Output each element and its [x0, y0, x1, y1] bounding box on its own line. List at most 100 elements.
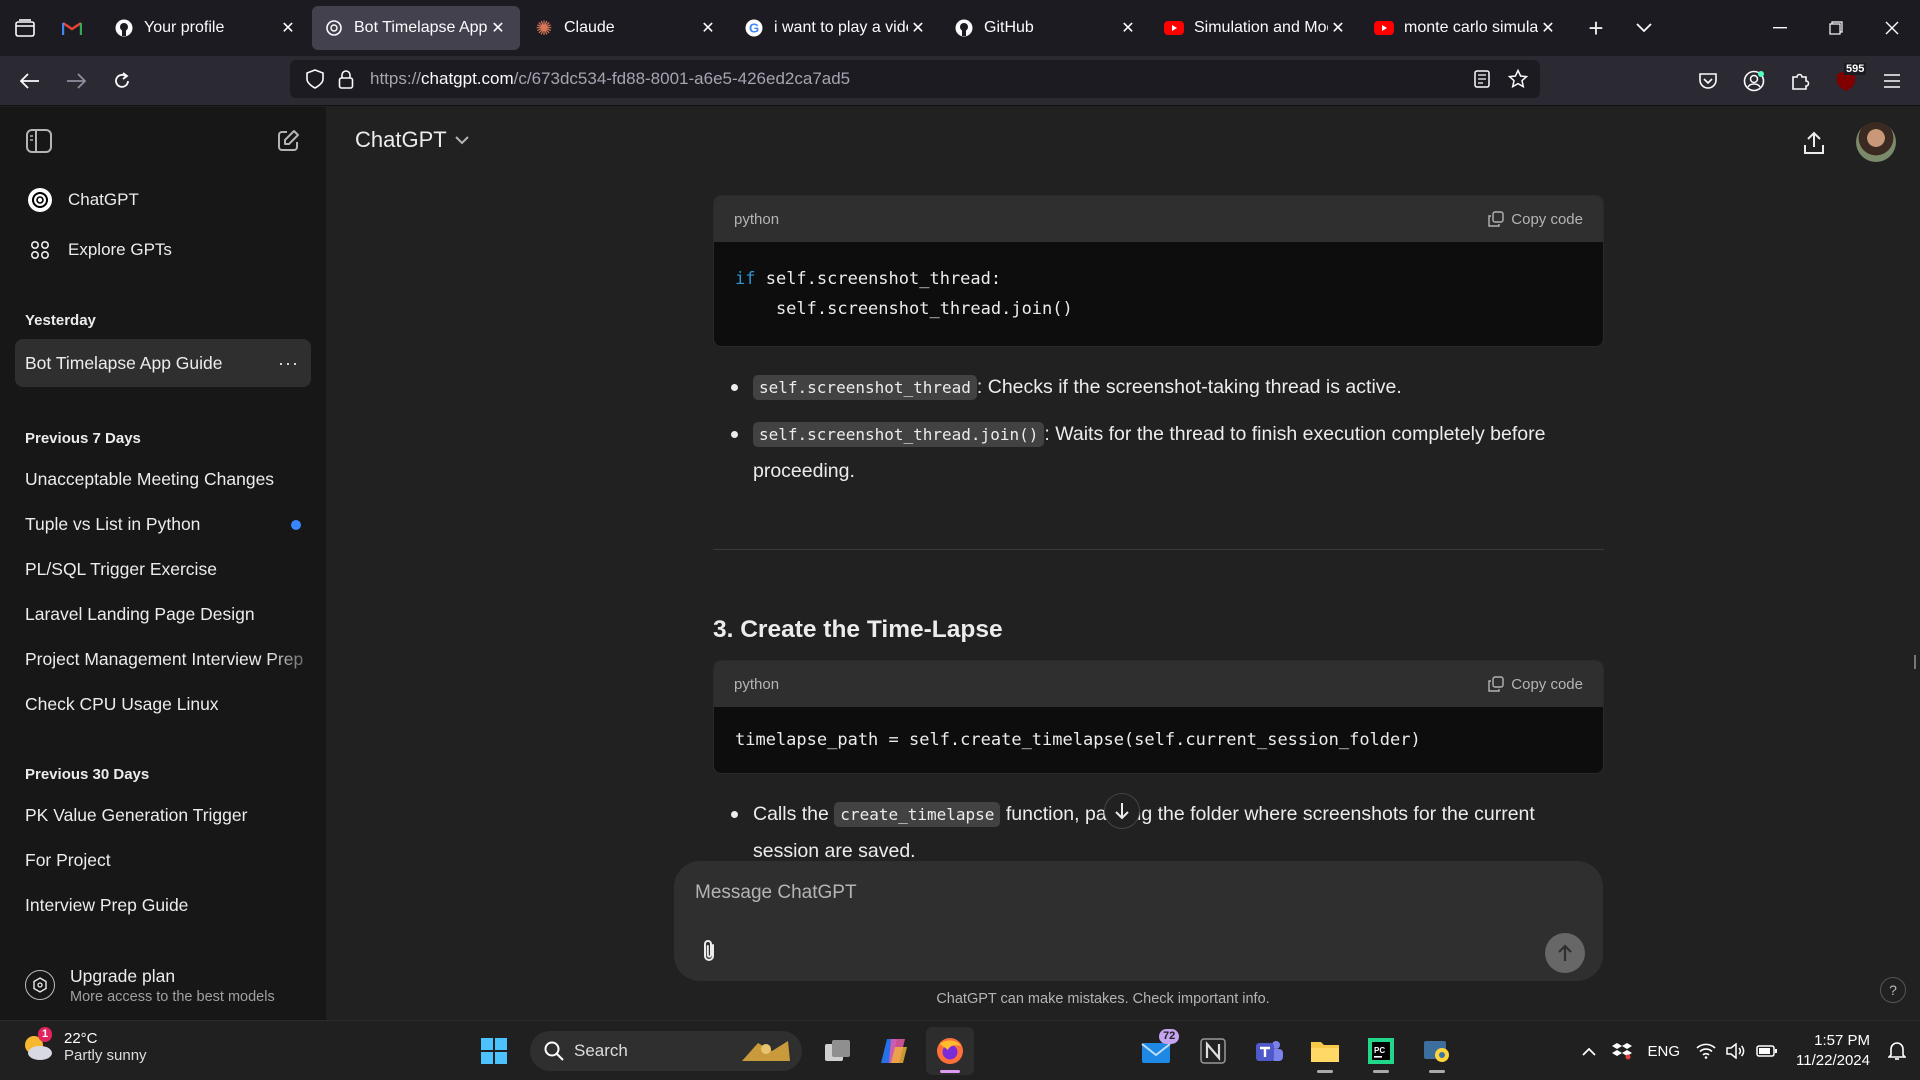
reader-view-button[interactable]: [1474, 70, 1490, 88]
list-all-tabs-button[interactable]: [1620, 6, 1668, 50]
taskbar-search[interactable]: Search: [530, 1031, 802, 1071]
notion-app[interactable]: [1189, 1027, 1237, 1075]
chat-item[interactable]: Unacceptable Meeting Changes: [0, 457, 326, 502]
new-chat-button[interactable]: [276, 129, 300, 153]
section-heading: Previous 7 Days: [25, 429, 141, 447]
new-tab-button[interactable]: +: [1572, 6, 1620, 50]
windows-logo-icon: [481, 1038, 507, 1064]
tab-youtube-simulation[interactable]: Simulation and Mod ✕: [1152, 6, 1360, 50]
start-button[interactable]: [470, 1027, 518, 1075]
clock-date: 11/22/2024: [1796, 1052, 1870, 1069]
sidebar-item-explore-gpts[interactable]: Explore GPTs: [0, 225, 326, 275]
running-indicator: [940, 1070, 960, 1073]
dropbox-tray-icon[interactable]: [1604, 1021, 1640, 1080]
reload-button[interactable]: [100, 61, 144, 101]
toolbar-right: 595: [1688, 56, 1912, 106]
chat-item[interactable]: Laravel Landing Page Design: [0, 592, 326, 637]
clock[interactable]: 1:57 PM 11/22/2024: [1786, 1031, 1880, 1071]
firefox-app[interactable]: [926, 1027, 974, 1075]
scrollbar[interactable]: [1914, 655, 1916, 669]
share-button[interactable]: [1798, 127, 1830, 159]
copilot-app[interactable]: [870, 1027, 918, 1075]
code-block-header: python Copy code: [714, 661, 1603, 707]
windows-taskbar: 1 22°C Partly sunny Search 72 PC ENG 1:5…: [0, 1020, 1920, 1080]
chat-item[interactable]: Check CPU Usage Linux: [0, 682, 326, 727]
back-button[interactable]: [8, 61, 52, 101]
copy-code-label: Copy code: [1511, 210, 1583, 228]
tab-github[interactable]: GitHub ✕: [942, 6, 1150, 50]
copy-code-button[interactable]: Copy code: [1488, 676, 1583, 693]
tab-claude[interactable]: ✺ Claude ✕: [522, 6, 730, 50]
task-view-button[interactable]: [814, 1027, 862, 1075]
show-hidden-icons-button[interactable]: [1574, 1021, 1604, 1080]
chat-item[interactable]: For Project: [0, 838, 326, 883]
browser-tab-strip: Your profile ✕ Bot Timelapse App Gu ✕ ✺ …: [0, 0, 1920, 56]
chat-item[interactable]: Tuple vs List in Python: [0, 502, 326, 547]
folder-icon: [1311, 1042, 1339, 1062]
chat-item[interactable]: PK Value Generation Trigger: [0, 793, 326, 838]
url-bar[interactable]: https://chatgpt.com/c/673dc534-fd88-8001…: [290, 60, 1540, 98]
copy-code-button[interactable]: Copy code: [1488, 211, 1583, 228]
message-input[interactable]: Message ChatGPT: [695, 882, 857, 904]
minimize-icon: [1773, 27, 1787, 29]
help-button[interactable]: ?: [1880, 977, 1906, 1003]
tab-close-icon[interactable]: ✕: [278, 18, 298, 38]
pocket-button[interactable]: [1688, 61, 1728, 101]
svg-text:G: G: [749, 21, 759, 36]
window-controls: [1752, 0, 1920, 56]
tab-youtube-monte-carlo[interactable]: monte carlo simulati ✕: [1362, 6, 1570, 50]
teams-app[interactable]: [1245, 1027, 1293, 1075]
tab-overview-button[interactable]: [0, 0, 50, 56]
text-fade: [266, 637, 326, 682]
notifications-button[interactable]: [1880, 1021, 1920, 1080]
user-avatar[interactable]: [1856, 122, 1896, 162]
chat-item[interactable]: Interview Prep Guide: [0, 883, 326, 928]
attach-button[interactable]: [694, 936, 724, 966]
mail-app[interactable]: 72: [1133, 1027, 1181, 1075]
tab-close-icon[interactable]: ✕: [698, 18, 718, 38]
chat-item[interactable]: Project Management Interview Prep: [0, 637, 326, 682]
extensions-button[interactable]: [1780, 61, 1820, 101]
tab-close-icon[interactable]: ✕: [1118, 18, 1138, 38]
account-button[interactable]: [1734, 61, 1774, 101]
tab-close-icon[interactable]: ✕: [488, 18, 508, 38]
forward-button[interactable]: [54, 61, 98, 101]
scroll-to-bottom-button[interactable]: [1104, 793, 1140, 829]
tab-your-profile[interactable]: Your profile ✕: [102, 6, 310, 50]
tab-gmail[interactable]: [50, 6, 100, 50]
tab-close-icon[interactable]: ✕: [908, 18, 928, 38]
more-options-button[interactable]: ···: [278, 353, 299, 374]
sidebar-item-chatgpt[interactable]: ChatGPT: [0, 175, 326, 225]
lock-icon[interactable]: [338, 69, 354, 89]
search-icon: [544, 1041, 564, 1061]
close-sidebar-button[interactable]: [26, 129, 52, 153]
model-selector[interactable]: ChatGPT: [355, 127, 469, 153]
close-window-button[interactable]: [1864, 0, 1920, 56]
url-scheme: https://: [370, 69, 422, 88]
pycharm-app[interactable]: PC: [1357, 1027, 1405, 1075]
python-app[interactable]: [1413, 1027, 1461, 1075]
network-volume-battery[interactable]: [1688, 1021, 1786, 1080]
file-explorer-app[interactable]: [1301, 1027, 1349, 1075]
language-indicator[interactable]: ENG: [1640, 1021, 1689, 1080]
tab-close-icon[interactable]: ✕: [1538, 18, 1558, 38]
chat-item-active[interactable]: Bot Timelapse App Guide ···: [15, 339, 311, 387]
send-button[interactable]: [1545, 933, 1585, 973]
chat-item[interactable]: PL/SQL Trigger Exercise: [0, 547, 326, 592]
section-heading: 3. Create the Time-Lapse: [713, 616, 1003, 643]
ublock-extension-button[interactable]: 595: [1826, 61, 1867, 101]
url-bar-actions: [1474, 60, 1528, 98]
shield-icon[interactable]: [306, 69, 324, 89]
bookmark-star-button[interactable]: [1508, 69, 1528, 89]
restore-button[interactable]: [1808, 0, 1864, 56]
github-icon: [114, 18, 134, 38]
tab-title: i want to play a video: [774, 19, 908, 36]
weather-widget[interactable]: 1 22°C Partly sunny: [20, 1027, 147, 1065]
tab-close-icon[interactable]: ✕: [1328, 18, 1348, 38]
tab-bot-timelapse[interactable]: Bot Timelapse App Gu ✕: [312, 6, 520, 50]
app-menu-button[interactable]: [1872, 61, 1912, 101]
minimize-button[interactable]: [1752, 0, 1808, 56]
message-composer[interactable]: Message ChatGPT: [674, 861, 1603, 981]
upgrade-plan-button[interactable]: Upgrade plan More access to the best mod…: [0, 950, 326, 1020]
tab-google-search[interactable]: G i want to play a video ✕: [732, 6, 940, 50]
